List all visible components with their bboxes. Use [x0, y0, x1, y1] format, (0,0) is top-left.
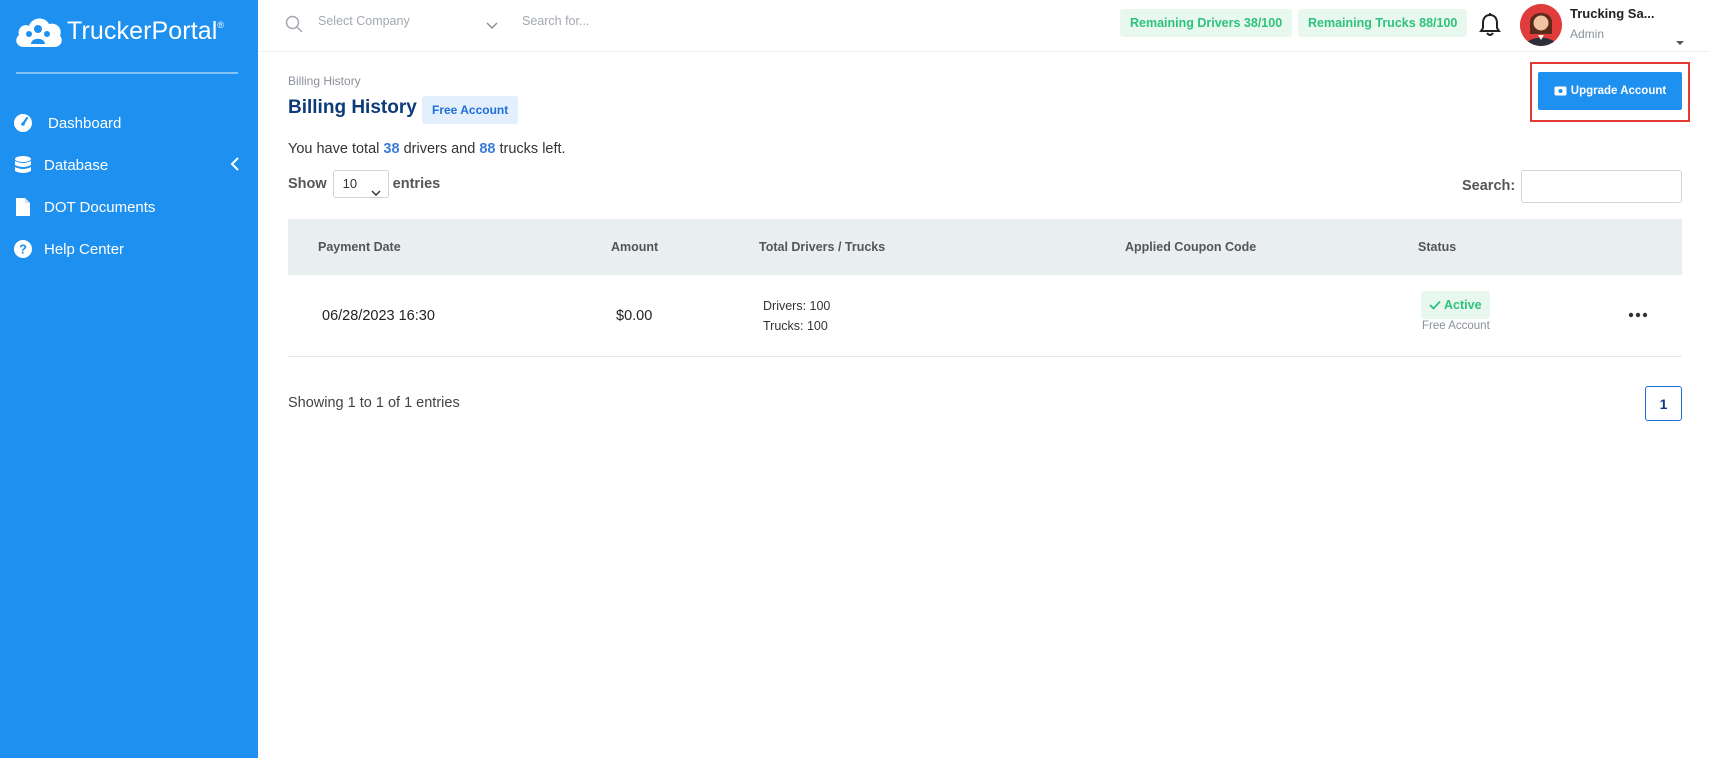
sidebar-nav: Dashboard Database DOT Documents ? Help …: [0, 102, 258, 270]
status-subtext: Free Account: [1422, 320, 1490, 332]
column-header-amount[interactable]: Amount: [611, 240, 658, 254]
summary-suffix: trucks left.: [495, 141, 566, 157]
column-header-status[interactable]: Status: [1418, 240, 1456, 254]
brand-mark: ®: [217, 19, 225, 30]
entries-select-value: 10: [342, 176, 358, 191]
svg-text:?: ?: [19, 242, 27, 257]
column-header-payment-date[interactable]: Payment Date: [318, 240, 401, 254]
sidebar-item-database[interactable]: Database: [0, 144, 258, 186]
status-label: Active: [1444, 298, 1482, 312]
sidebar-item-label: DOT Documents: [44, 198, 156, 216]
user-role: Admin: [1570, 27, 1605, 41]
sidebar-item-label: Help Center: [44, 240, 125, 258]
more-actions-icon[interactable]: [1628, 305, 1648, 323]
show-label: Show: [288, 176, 327, 192]
upgrade-account-label: Upgrade Account: [1570, 85, 1667, 97]
check-icon: [1429, 300, 1441, 310]
document-icon: [12, 196, 34, 218]
account-type-badge: Free Account: [422, 96, 519, 124]
summary-prefix: You have total: [288, 141, 384, 157]
table-row: 06/28/2023 16:30 $0.00 Drivers: 100 Truc…: [288, 275, 1682, 357]
amount-cell: $0.00: [616, 308, 653, 324]
table-header: Payment Date Amount Total Drivers / Truc…: [288, 219, 1682, 275]
dashboard-icon: [12, 112, 34, 134]
help-icon: ?: [12, 238, 34, 260]
table-search-input[interactable]: [1521, 170, 1682, 203]
topbar: Select Company Search for... Remaining D…: [258, 0, 1710, 52]
sidebar-divider: [16, 72, 238, 74]
entries-control: Show 10 entries: [288, 170, 440, 198]
sidebar-item-dot-documents[interactable]: DOT Documents: [0, 186, 258, 228]
cloud-people-icon: [16, 18, 62, 47]
remaining-drivers-badge: Remaining Drivers 38/100: [1120, 9, 1293, 37]
pagination-page-1[interactable]: 1: [1645, 386, 1682, 421]
ticket-icon: [1554, 86, 1567, 96]
remaining-trucks-badge: Remaining Trucks 88/100: [1298, 9, 1468, 37]
sidebar: TruckerPortal® Dashboard Database DOT Do…: [0, 0, 258, 758]
drivers-left-count: 38: [383, 141, 400, 157]
chevron-down-icon[interactable]: [486, 17, 498, 35]
trucks-left-count: 88: [479, 141, 496, 157]
brand-logo[interactable]: TruckerPortal®: [14, 13, 224, 49]
chevron-left-icon[interactable]: [230, 157, 240, 175]
column-header-coupon-code[interactable]: Applied Coupon Code: [1125, 240, 1256, 254]
summary-text: You have total 38 drivers and 88 trucks …: [288, 141, 566, 157]
sidebar-item-label: Dashboard: [48, 114, 122, 132]
entries-label: entries: [392, 176, 441, 192]
sidebar-item-dashboard[interactable]: Dashboard: [0, 102, 258, 144]
summary-middle: drivers and: [399, 141, 480, 157]
avatar[interactable]: [1520, 4, 1562, 46]
caret-down-icon[interactable]: [1675, 33, 1685, 51]
brand-name: TruckerPortal: [67, 16, 218, 45]
company-select[interactable]: Select Company: [318, 14, 498, 28]
table-search-label: Search:: [1462, 178, 1516, 194]
search-icon: [285, 15, 303, 38]
sidebar-item-help-center[interactable]: ? Help Center: [0, 228, 258, 270]
upgrade-account-button[interactable]: Upgrade Account: [1538, 72, 1682, 110]
breadcrumb[interactable]: Billing History: [288, 74, 361, 88]
sidebar-item-label: Database: [44, 156, 109, 174]
payment-date-cell: 06/28/2023 16:30: [322, 308, 435, 324]
page-title: Billing History: [288, 97, 417, 118]
table-info: Showing 1 to 1 of 1 entries: [288, 395, 460, 411]
trucks-count-cell: Trucks: 100: [763, 319, 828, 333]
entries-select[interactable]: 10: [332, 170, 389, 198]
status-badge: Active: [1421, 291, 1490, 319]
column-header-total-drivers-trucks[interactable]: Total Drivers / Trucks: [759, 240, 885, 254]
chevron-down-icon: [371, 180, 381, 206]
bell-icon[interactable]: [1478, 12, 1502, 43]
search-input[interactable]: Search for...: [522, 14, 589, 28]
drivers-count-cell: Drivers: 100: [763, 299, 831, 313]
database-icon: [12, 154, 34, 176]
user-name[interactable]: Trucking Sa...: [1570, 6, 1655, 21]
